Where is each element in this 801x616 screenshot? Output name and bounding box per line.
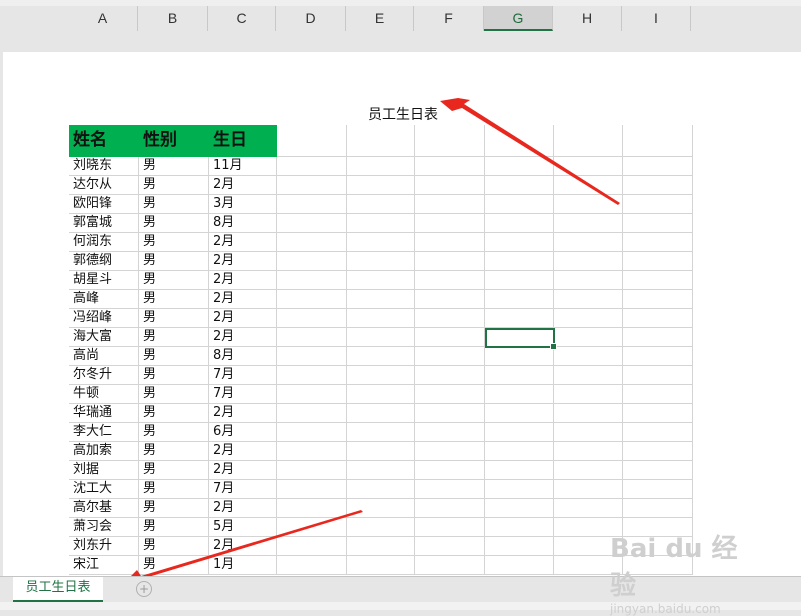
arrow-to-title xyxy=(440,98,620,205)
watermark-url: jingyan.baidu.com xyxy=(610,602,721,616)
add-sheet-icon[interactable]: + xyxy=(136,581,152,597)
baidu-watermark: Bai du 经验 jingyan.baidu.com xyxy=(610,528,760,616)
annotation-arrows xyxy=(117,98,620,590)
watermark-brand: Bai du 经验 xyxy=(610,534,738,601)
sheet-tab-employee-birthdays[interactable]: 员工生日表 xyxy=(13,577,103,602)
